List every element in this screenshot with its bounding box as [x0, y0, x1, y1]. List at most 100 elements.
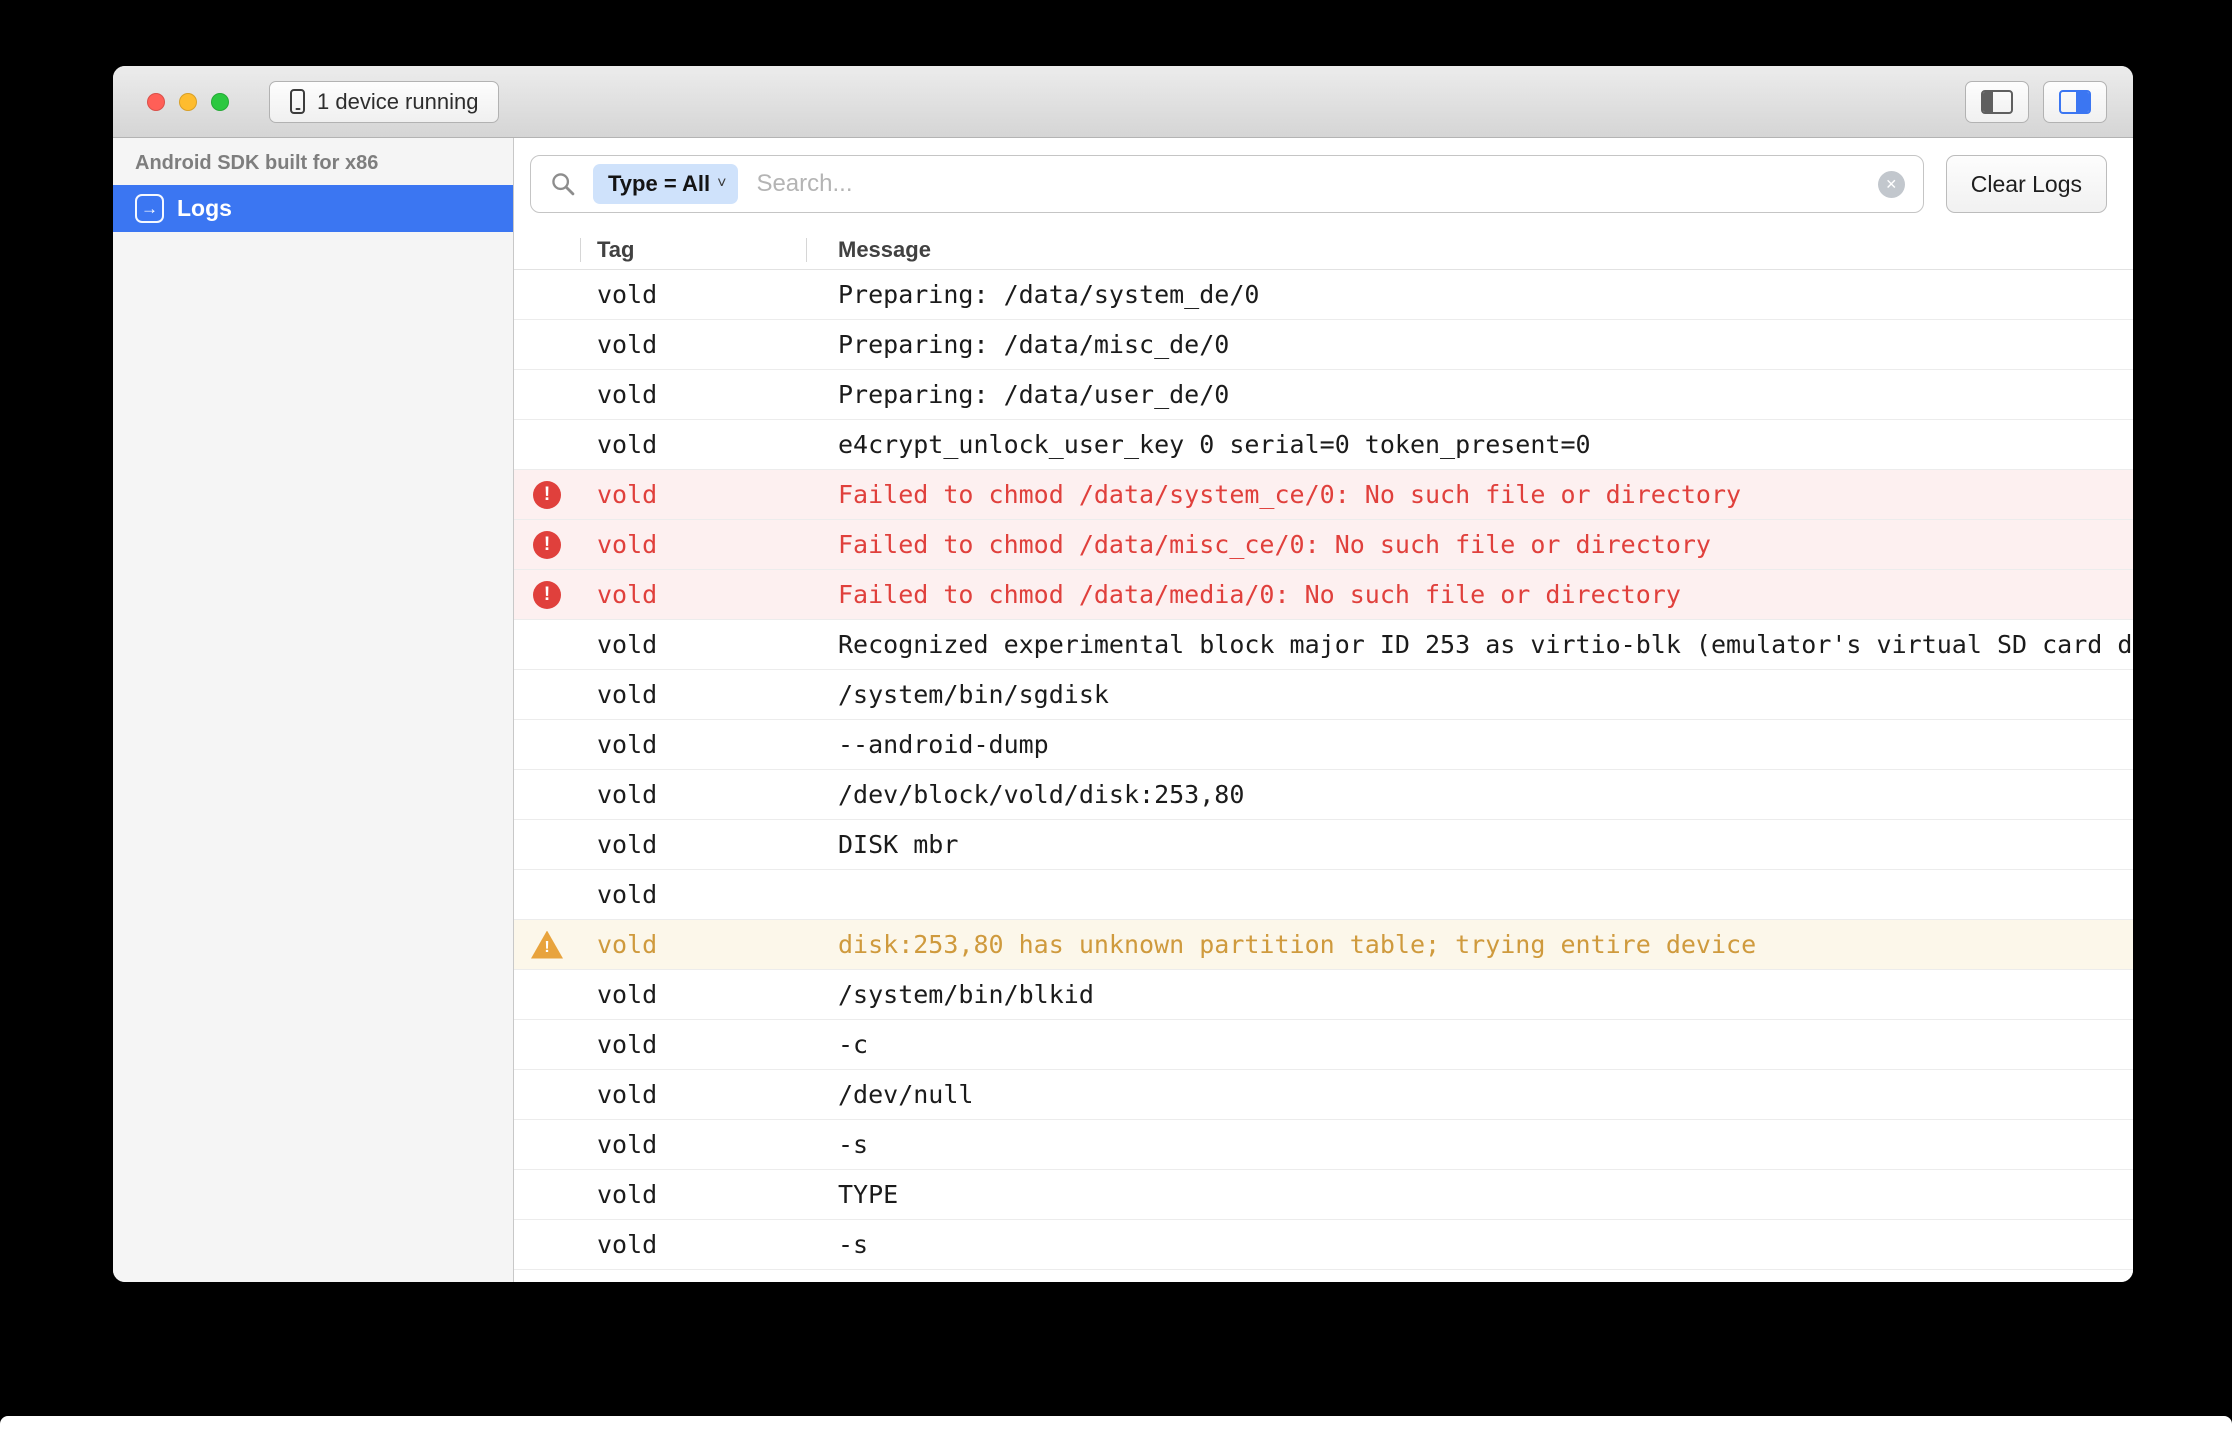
log-message: Failed to chmod /data/system_ce/0: No su…	[806, 480, 2133, 509]
warning-icon: !	[531, 931, 563, 959]
log-tag: vold	[580, 1230, 806, 1259]
log-message: Preparing: /data/misc_de/0	[806, 330, 2133, 359]
log-row[interactable]: vold	[514, 870, 2133, 920]
log-table-header: Tag Message	[514, 230, 2133, 270]
row-status-cell: !	[514, 581, 580, 609]
log-row[interactable]: ! voldFailed to chmod /data/misc_ce/0: No…	[514, 520, 2133, 570]
log-tag: vold	[580, 1180, 806, 1209]
log-tag: vold	[580, 330, 806, 359]
log-row[interactable]: voldDISK mbr	[514, 820, 2133, 870]
device-running-label: 1 device running	[317, 89, 478, 115]
error-icon: !	[533, 581, 561, 609]
window-body: Android SDK built for x86 → Logs	[113, 138, 2133, 1282]
log-tag: vold	[580, 1130, 806, 1159]
log-message: /dev/null	[806, 1080, 2133, 1109]
log-tag: vold	[580, 530, 806, 559]
bottom-strip	[0, 1416, 2232, 1436]
log-row[interactable]: voldPreparing: /data/misc_de/0	[514, 320, 2133, 370]
log-message: disk:253,80 has unknown partition table;…	[806, 930, 2133, 959]
log-message: TYPE	[806, 1180, 2133, 1209]
log-tag: vold	[580, 430, 806, 459]
row-status-cell: !	[514, 531, 580, 559]
zoom-button[interactable]	[211, 93, 229, 111]
sidebar-item-logs[interactable]: → Logs	[113, 185, 513, 232]
minimize-button[interactable]	[179, 93, 197, 111]
filter-token[interactable]: Type = All ˅	[593, 164, 738, 204]
log-row[interactable]: ! voldFailed to chmod /data/system_ce/0: …	[514, 470, 2133, 520]
log-message: Recognized experimental block major ID 2…	[806, 630, 2133, 659]
log-row[interactable]: voldRecognized experimental block major …	[514, 620, 2133, 670]
log-row[interactable]: vold/dev/block/vold/disk:253,80	[514, 770, 2133, 820]
log-tag: vold	[580, 580, 806, 609]
log-viewer-window: 1 device running Android SDK built for x…	[113, 66, 2133, 1282]
log-tag: vold	[580, 380, 806, 409]
log-row[interactable]: ! voldFailed to chmod /data/media/0: No s…	[514, 570, 2133, 620]
log-table-body: voldPreparing: /data/system_de/0voldPrep…	[514, 270, 2133, 1282]
log-row[interactable]: ! volddisk:253,80 has unknown partition t…	[514, 920, 2133, 970]
chevron-down-icon: ˅	[717, 175, 726, 193]
log-message: Preparing: /data/system_de/0	[806, 280, 2133, 309]
desktop-background: 1 device running Android SDK built for x…	[0, 0, 2232, 1436]
log-message: Preparing: /data/user_de/0	[806, 380, 2133, 409]
log-message: /system/bin/sgdisk	[806, 680, 2133, 709]
close-button[interactable]	[147, 93, 165, 111]
log-tag: vold	[580, 830, 806, 859]
row-status-cell: !	[514, 931, 580, 959]
log-row[interactable]: vold-s	[514, 1120, 2133, 1170]
error-icon: !	[533, 531, 561, 559]
clear-logs-button[interactable]: Clear Logs	[1946, 155, 2107, 213]
right-panel-icon	[2059, 90, 2091, 114]
error-icon: !	[533, 481, 561, 509]
log-row[interactable]: vold-c	[514, 1020, 2133, 1070]
log-message: e4crypt_unlock_user_key 0 serial=0 token…	[806, 430, 2133, 459]
log-tag: vold	[580, 630, 806, 659]
log-tag: vold	[580, 1030, 806, 1059]
search-icon	[549, 170, 577, 198]
log-row[interactable]: vold/system/bin/sgdisk	[514, 670, 2133, 720]
clear-search-icon[interactable]: ✕	[1878, 171, 1905, 198]
column-header-tag[interactable]: Tag	[580, 230, 806, 269]
device-name-label: Android SDK built for x86	[113, 138, 513, 185]
filter-token-label: Type = All	[608, 171, 710, 197]
search-toolbar: Type = All ˅ ✕ Clear Logs	[514, 138, 2133, 230]
log-tag: vold	[580, 930, 806, 959]
log-message: Failed to chmod /data/media/0: No such f…	[806, 580, 2133, 609]
traffic-lights	[147, 93, 229, 111]
phone-icon	[290, 89, 305, 114]
log-message: Failed to chmod /data/misc_ce/0: No such…	[806, 530, 2133, 559]
toggle-right-panel-button[interactable]	[2043, 81, 2107, 123]
log-message: -s	[806, 1130, 2133, 1159]
log-tag: vold	[580, 880, 806, 909]
search-field[interactable]: Type = All ˅ ✕	[530, 155, 1924, 213]
titlebar: 1 device running	[113, 66, 2133, 138]
log-message: -c	[806, 1030, 2133, 1059]
log-tag: vold	[580, 280, 806, 309]
log-row[interactable]: voldPreparing: /data/system_de/0	[514, 270, 2133, 320]
log-row[interactable]: vold/system/bin/blkid	[514, 970, 2133, 1020]
row-status-cell: !	[514, 481, 580, 509]
left-panel-icon	[1981, 90, 2013, 114]
log-tag: vold	[580, 780, 806, 809]
log-row[interactable]: vold--android-dump	[514, 720, 2133, 770]
log-tag: vold	[580, 730, 806, 759]
log-message: --android-dump	[806, 730, 2133, 759]
column-header-message[interactable]: Message	[806, 230, 2133, 269]
device-running-button[interactable]: 1 device running	[269, 81, 499, 123]
log-tag: vold	[580, 680, 806, 709]
log-message: /dev/block/vold/disk:253,80	[806, 780, 2133, 809]
log-row[interactable]: vold/dev/null	[514, 1070, 2133, 1120]
sidebar: Android SDK built for x86 → Logs	[113, 138, 514, 1282]
toggle-left-panel-button[interactable]	[1965, 81, 2029, 123]
log-message: /system/bin/blkid	[806, 980, 2133, 1009]
log-row[interactable]: voldTYPE	[514, 1170, 2133, 1220]
log-row[interactable]: volde4crypt_unlock_user_key 0 serial=0 t…	[514, 420, 2133, 470]
search-input[interactable]	[754, 169, 1861, 199]
log-message: -s	[806, 1230, 2133, 1259]
log-row[interactable]: voldPreparing: /data/user_de/0	[514, 370, 2133, 420]
log-row[interactable]: vold-s	[514, 1220, 2133, 1270]
log-tag: vold	[580, 980, 806, 1009]
logs-arrow-icon: →	[135, 194, 164, 223]
log-tag: vold	[580, 480, 806, 509]
panel-toggle-group	[1965, 81, 2107, 123]
sidebar-item-label: Logs	[177, 195, 232, 222]
